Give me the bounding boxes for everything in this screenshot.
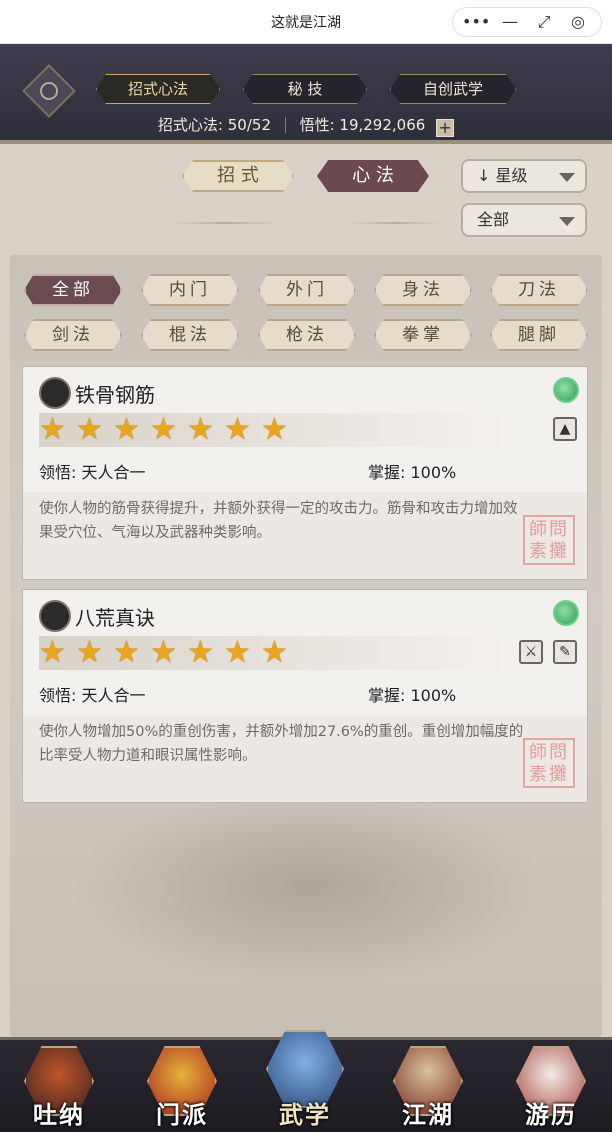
mastery-value: 100% xyxy=(410,463,457,482)
comprehension-label: 领悟: xyxy=(39,463,77,482)
red-seal-stamp: 師問 素攤 xyxy=(523,515,575,565)
star-rating: ★ ★ ★ ★ ★ ★ ★ xyxy=(39,636,509,670)
star-icon: ★ xyxy=(261,412,288,447)
filter-inner[interactable]: 内门 xyxy=(141,274,239,306)
filter-all[interactable]: 全部 xyxy=(24,274,122,306)
jade-icon[interactable] xyxy=(553,600,579,626)
record-icon[interactable]: ◎ xyxy=(564,8,592,36)
filter-select-value: 全部 xyxy=(477,210,510,229)
star-icon: ★ xyxy=(113,412,140,447)
title-bar: 这就是江湖 ••• — ⤢ ◎ xyxy=(0,0,612,44)
star-icon: ★ xyxy=(76,412,103,447)
filter-fist[interactable]: 拳掌 xyxy=(374,319,472,351)
tab-custom-martial-arts[interactable]: 自创武学 xyxy=(390,74,516,104)
weapon-type-icon: ✎ xyxy=(553,640,577,664)
stats-line: 招式心法: 50/52 悟性: 19,292,066 + xyxy=(0,114,612,137)
star-icon: ★ xyxy=(187,412,214,447)
comprehension-value: 天人合一 xyxy=(81,463,146,482)
filter-spear[interactable]: 枪法 xyxy=(258,319,356,351)
star-icon: ★ xyxy=(150,635,177,670)
comprehension: 领悟: 天人合一 xyxy=(39,682,146,706)
star-icon: ★ xyxy=(39,635,66,670)
star-icon: ★ xyxy=(76,635,103,670)
background-painting xyxy=(70,785,550,985)
sort-arrow-icon: ↓ xyxy=(477,166,491,185)
star-icon: ★ xyxy=(187,635,214,670)
nav-breathing[interactable]: 吐纳 xyxy=(0,1044,118,1132)
expand-icon[interactable]: ⤢ xyxy=(530,8,558,36)
weapon-type-icon: ▲ xyxy=(553,417,577,441)
comprehension-label: 领悟: xyxy=(39,686,77,705)
nav-martial-arts[interactable]: 武学 xyxy=(246,1030,364,1132)
weapon-type-icon: ⚔ xyxy=(519,640,543,664)
jade-icon[interactable] xyxy=(553,377,579,403)
insight-label: 悟性: xyxy=(299,116,335,134)
nav-label: 吐纳 xyxy=(33,1100,85,1129)
nav-jianghu[interactable]: 江湖 xyxy=(369,1044,487,1132)
skill-name: 八荒真诀 xyxy=(75,606,155,630)
eye-toggle-button[interactable] xyxy=(22,64,76,118)
insight-value: 19,292,066 xyxy=(339,116,426,134)
star-icon: ★ xyxy=(150,412,177,447)
star-icon: ★ xyxy=(113,635,140,670)
comprehension-value: 天人合一 xyxy=(81,686,146,705)
star-rating: ★ ★ ★ ★ ★ ★ ★ xyxy=(39,413,509,447)
skill-description: 使你人物的筋骨获得提升，并额外获得一定的攻击力。筋骨和攻击力增加效果受穴位、气海… xyxy=(39,501,518,541)
eye-icon xyxy=(40,82,58,100)
chevron-down-icon xyxy=(559,173,575,182)
filter-outer[interactable]: 外门 xyxy=(258,274,356,306)
filter-movement[interactable]: 身法 xyxy=(374,274,472,306)
stats-value: 50/52 xyxy=(227,116,271,134)
minimize-icon[interactable]: — xyxy=(496,8,524,36)
tab-secret-skills[interactable]: 秘 技 xyxy=(243,74,367,104)
tab-moves[interactable]: 招 式 xyxy=(182,160,294,192)
mastery-label: 掌握: xyxy=(368,686,406,705)
divider xyxy=(284,117,286,133)
skill-card[interactable]: 八荒真诀 ★ ★ ★ ★ ★ ★ ★ ⚔ ✎ 领悟: 天人合一 掌握: 100%… xyxy=(22,589,588,803)
filter-staff[interactable]: 棍法 xyxy=(141,319,239,351)
mastery-value: 100% xyxy=(410,686,457,705)
comprehension: 领悟: 天人合一 xyxy=(39,459,146,483)
nav-sect[interactable]: 门派 xyxy=(123,1044,241,1132)
chevron-down-icon xyxy=(559,217,575,226)
nav-label: 江湖 xyxy=(402,1100,454,1129)
sort-select-value: 星级 xyxy=(495,166,528,185)
nav-label: 游历 xyxy=(525,1100,577,1129)
tab-methods[interactable]: 心 法 xyxy=(317,160,429,192)
bottom-nav: 吐纳 门派 武学 江湖 游历 xyxy=(0,1030,612,1132)
filter-saber[interactable]: 刀法 xyxy=(490,274,588,306)
ornament-right xyxy=(350,222,440,224)
skill-name: 铁骨钢筋 xyxy=(75,383,155,407)
more-icon[interactable]: ••• xyxy=(462,8,490,36)
mastery: 掌握: 100% xyxy=(368,682,456,706)
add-insight-button[interactable]: + xyxy=(436,119,455,137)
mastery: 掌握: 100% xyxy=(368,459,456,483)
mastery-label: 掌握: xyxy=(368,463,406,482)
content-panel: 全部 内门 外门 身法 刀法 剑法 棍法 枪法 拳掌 腿脚 铁骨钢筋 ★ ★ ★… xyxy=(10,255,602,1037)
sort-bar: 招 式 心 法 ↓ 星级 全部 xyxy=(0,148,612,248)
sort-select[interactable]: ↓ 星级 xyxy=(461,159,587,193)
red-seal-stamp: 師問 素攤 xyxy=(523,738,575,788)
crossed-weapons-icon xyxy=(39,600,71,632)
star-icon: ★ xyxy=(224,635,251,670)
skill-card[interactable]: 铁骨钢筋 ★ ★ ★ ★ ★ ★ ★ ▲ 领悟: 天人合一 掌握: 100% 使… xyxy=(22,366,588,580)
nav-travel[interactable]: 游历 xyxy=(492,1044,610,1132)
star-icon: ★ xyxy=(224,412,251,447)
nav-label: 门派 xyxy=(156,1100,208,1129)
header: 招式心法 秘 技 自创武学 招式心法: 50/52 悟性: 19,292,066… xyxy=(0,44,612,144)
window-capsule: ••• — ⤢ ◎ xyxy=(452,7,602,37)
filter-select[interactable]: 全部 xyxy=(461,203,587,237)
ornament-left xyxy=(170,222,280,224)
filter-sword[interactable]: 剑法 xyxy=(24,319,122,351)
yin-yang-icon xyxy=(39,377,71,409)
tab-moves-methods[interactable]: 招式心法 xyxy=(96,74,220,104)
filter-leg[interactable]: 腿脚 xyxy=(490,319,588,351)
star-icon: ★ xyxy=(261,635,288,670)
stats-label: 招式心法: xyxy=(157,116,223,134)
skill-description: 使你人物增加50%的重创伤害，并额外增加27.6%的重创。重创增加幅度的比率受人… xyxy=(39,724,524,764)
nav-label: 武学 xyxy=(279,1100,331,1129)
star-icon: ★ xyxy=(39,412,66,447)
